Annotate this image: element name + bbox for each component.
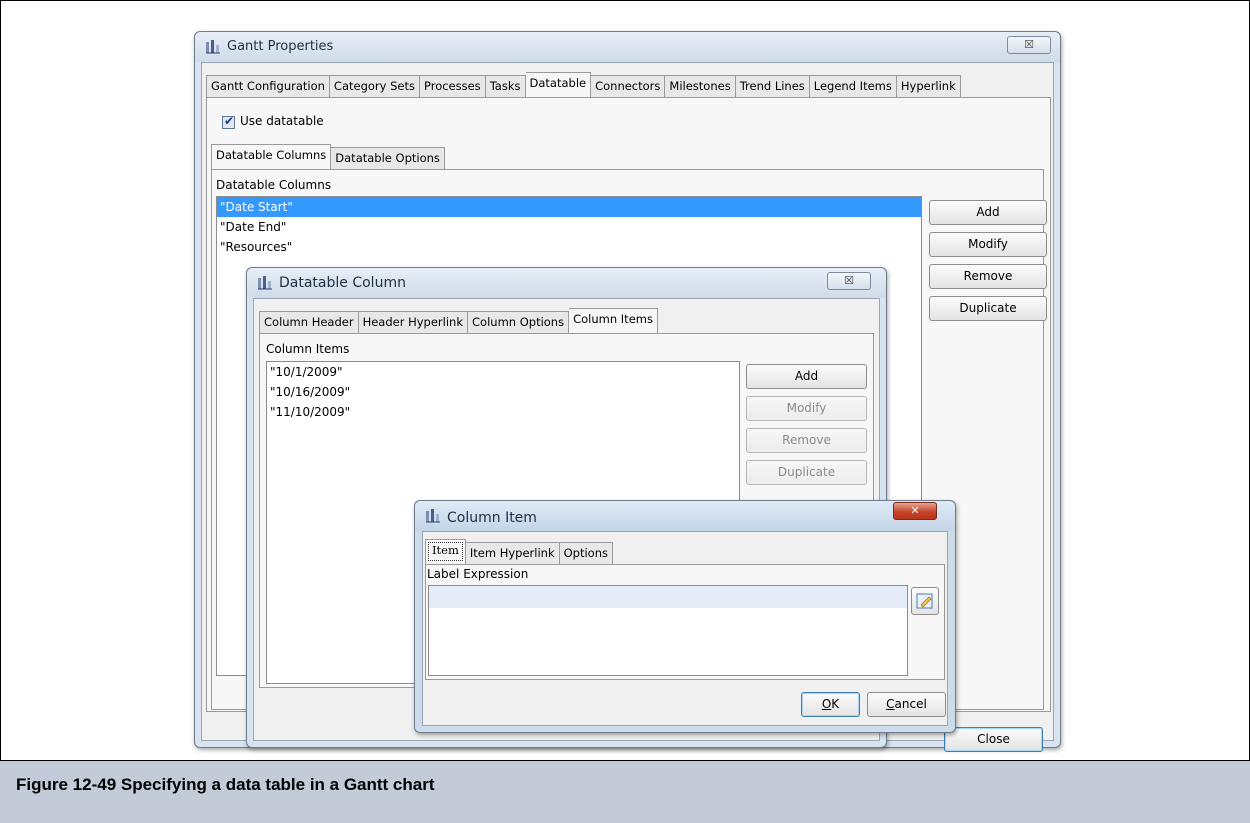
tab-column-header[interactable]: Column Header	[259, 311, 359, 333]
use-datatable-label: Use datatable	[240, 114, 324, 128]
list-item[interactable]: "Resources"	[217, 237, 921, 257]
list-item[interactable]: "11/10/2009"	[267, 402, 739, 422]
tab-trend-lines[interactable]: Trend Lines	[735, 75, 810, 97]
tab-legend-items[interactable]: Legend Items	[809, 75, 897, 97]
column-items-heading: Column Items	[266, 342, 350, 356]
label-expression-row[interactable]	[429, 586, 907, 608]
tab-column-options[interactable]: Column Options	[468, 311, 570, 333]
ok-button[interactable]: OK	[801, 692, 860, 717]
close-icon[interactable]: ☒	[1007, 36, 1051, 54]
label-expression-input[interactable]	[428, 585, 908, 676]
edit-expression-button[interactable]	[911, 587, 939, 615]
close-button[interactable]: Close	[944, 727, 1043, 752]
close-icon[interactable]: ☒	[827, 272, 871, 290]
remove-item-button[interactable]: Remove	[746, 428, 867, 453]
window-title: Gantt Properties	[227, 39, 334, 54]
label-expression-heading: Label Expression	[427, 567, 529, 581]
tab-item[interactable]: Item	[425, 539, 466, 564]
tab-options[interactable]: Options	[559, 542, 613, 564]
column-tabs: Column Header Header Hyperlink Column Op…	[259, 308, 658, 333]
list-item[interactable]: "Date Start"	[217, 197, 921, 217]
titlebar: Gantt Properties ☒	[195, 32, 1060, 62]
list-item[interactable]: "Date End"	[217, 217, 921, 237]
titlebar: Column Item ✕	[415, 501, 955, 531]
window-body: Item Item Hyperlink Options Label Expres…	[422, 531, 948, 726]
tab-processes[interactable]: Processes	[419, 75, 486, 97]
item-tabs: Item Item Hyperlink Options	[425, 539, 613, 564]
close-icon[interactable]: ✕	[893, 502, 937, 520]
list-item[interactable]: "10/16/2009"	[267, 382, 739, 402]
tab-datatable-options[interactable]: Datatable Options	[331, 147, 445, 169]
column-item-window: Column Item ✕ Item Item Hyperlink Option…	[414, 500, 956, 733]
tab-header-hyperlink[interactable]: Header Hyperlink	[358, 311, 469, 333]
add-column-button[interactable]: Add	[929, 200, 1047, 225]
add-item-button[interactable]: Add	[746, 364, 867, 389]
modify-item-button[interactable]: Modify	[746, 396, 867, 421]
use-datatable-checkbox[interactable]	[222, 114, 235, 129]
window-title: Column Item	[447, 510, 537, 526]
tab-connectors[interactable]: Connectors	[591, 75, 666, 97]
main-tabs: Gantt Configuration Category Sets Proces…	[206, 72, 961, 97]
expression-builder-icon	[916, 593, 933, 609]
tab-datatable-columns[interactable]: Datatable Columns	[211, 144, 332, 169]
tab-datatable[interactable]: Datatable	[525, 72, 592, 97]
duplicate-item-button[interactable]: Duplicate	[746, 460, 867, 485]
datatable-subtabs: Datatable Columns Datatable Options	[211, 144, 445, 169]
tab-gantt-configuration[interactable]: Gantt Configuration	[206, 75, 330, 97]
duplicate-column-button[interactable]: Duplicate	[929, 296, 1047, 321]
tab-item-hyperlink[interactable]: Item Hyperlink	[465, 542, 560, 564]
figure-caption: Figure 12-49 Specifying a data table in …	[16, 775, 435, 794]
datatable-columns-heading: Datatable Columns	[216, 178, 332, 192]
modify-column-button[interactable]: Modify	[929, 232, 1047, 257]
tab-column-items[interactable]: Column Items	[569, 308, 658, 333]
figure-caption-bar: Figure 12-49 Specifying a data table in …	[0, 760, 1250, 823]
tab-category-sets[interactable]: Category Sets	[329, 75, 420, 97]
tab-tasks[interactable]: Tasks	[485, 75, 526, 97]
remove-column-button[interactable]: Remove	[929, 264, 1047, 289]
cancel-button[interactable]: Cancel	[867, 692, 946, 717]
app-icon	[258, 276, 272, 290]
list-item[interactable]: "10/1/2009"	[267, 362, 739, 382]
window-title: Datatable Column	[279, 275, 406, 291]
tab-hyperlink[interactable]: Hyperlink	[896, 75, 961, 97]
app-icon	[206, 40, 220, 54]
titlebar: Datatable Column ☒	[247, 268, 886, 298]
app-icon	[426, 509, 440, 523]
item-panel: Label Expression	[425, 564, 945, 680]
tab-milestones[interactable]: Milestones	[665, 75, 736, 97]
